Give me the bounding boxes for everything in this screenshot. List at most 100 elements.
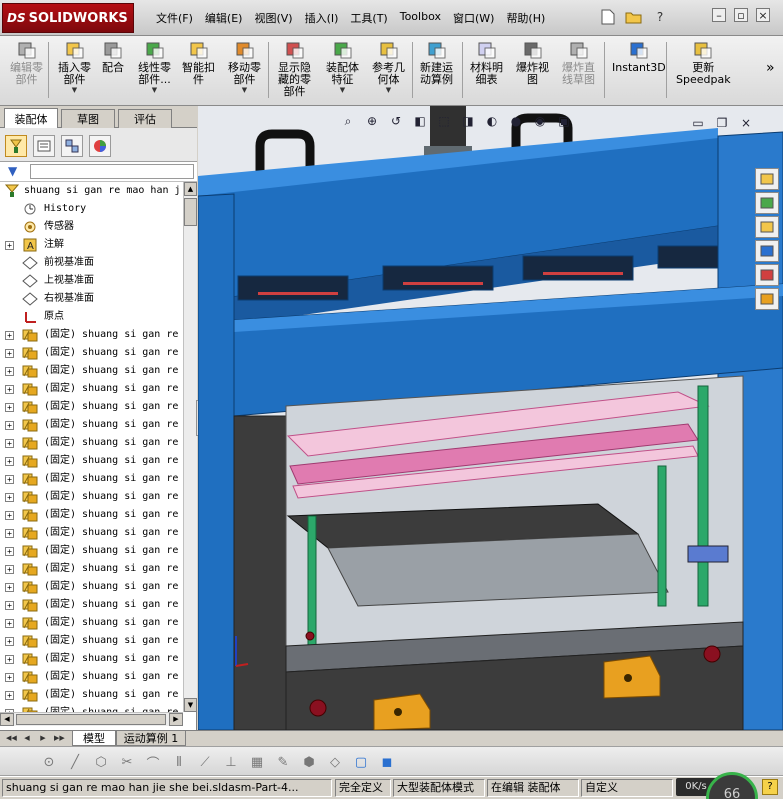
configuration-manager-icon[interactable] (61, 135, 83, 157)
point-icon[interactable]: ⊙ (40, 753, 58, 771)
tree-item[interactable]: 上视基准面 (0, 272, 183, 290)
view-palette-icon[interactable] (755, 240, 779, 262)
scroll-down-icon[interactable]: ▼ (184, 698, 197, 712)
cube-icon[interactable]: ◼ (378, 753, 396, 771)
tree-component[interactable]: +(固定) shuang si gan re (0, 506, 183, 524)
home-icon[interactable] (755, 168, 779, 190)
design-library-icon[interactable] (755, 192, 779, 214)
menu-help[interactable]: 帮助(H) (500, 10, 551, 26)
menu-view[interactable]: 视图(V) (248, 10, 298, 26)
tree-component[interactable]: +(固定) shuang si gan re (0, 704, 183, 712)
edit-appearance-icon[interactable]: ● (506, 112, 526, 130)
relation-icon[interactable]: ⊥ (222, 753, 240, 771)
part-icon[interactable]: ⬢ (300, 753, 318, 771)
tab-model[interactable]: 模型 (72, 731, 116, 746)
tree-root[interactable]: shuang si gan re mao han j (0, 182, 183, 200)
last-tab-icon[interactable]: ▶▶ (54, 733, 65, 744)
expand-icon[interactable]: + (5, 583, 14, 592)
dropdown-arrow-icon[interactable]: ▼ (340, 86, 345, 94)
polygon-icon[interactable]: ⬡ (92, 753, 110, 771)
mirror-icon[interactable]: ⫴ (170, 753, 188, 771)
scroll-thumb-horizontal[interactable] (16, 714, 166, 725)
previous-view-icon[interactable]: ↺ (386, 112, 406, 130)
linear-pattern-button[interactable]: 线性零 部件... ▼ (138, 39, 171, 103)
tree-component[interactable]: +(固定) shuang si gan re (0, 470, 183, 488)
close-icon[interactable]: × (756, 8, 770, 22)
prev-tab-icon[interactable]: ◀ (22, 733, 32, 744)
tree-component[interactable]: +(固定) shuang si gan re (0, 650, 183, 668)
tab-assembly[interactable]: 装配体 (4, 108, 58, 129)
status-help-icon[interactable]: ? (762, 779, 778, 795)
assembly-features-button[interactable]: 装配体 特征 ▼ (326, 39, 359, 103)
expand-icon[interactable]: + (5, 349, 14, 358)
new-motion-study-button[interactable]: 新建运 动算例 (420, 39, 453, 103)
zoom-area-icon[interactable]: ⊕ (362, 112, 382, 130)
line-icon[interactable]: ╱ (66, 753, 84, 771)
restore-icon[interactable]: ▫ (734, 8, 748, 22)
tree-component[interactable]: +(固定) shuang si gan re (0, 380, 183, 398)
expand-icon[interactable]: + (5, 421, 14, 430)
smart-fasteners-button[interactable]: 智能扣 件 (182, 39, 215, 103)
tree-component[interactable]: +(固定) shuang si gan re (0, 668, 183, 686)
view-orientation-icon[interactable]: ⬚ (434, 112, 454, 130)
tree-component[interactable]: +(固定) shuang si gan re (0, 524, 183, 542)
scroll-thumb[interactable] (184, 198, 197, 226)
tree-component[interactable]: +(固定) shuang si gan re (0, 560, 183, 578)
dropdown-arrow-icon[interactable]: ▼ (386, 86, 391, 94)
tree-item[interactable]: + A 注解 (0, 236, 183, 254)
minimize-icon[interactable]: – (712, 8, 726, 22)
tree-vertical-scrollbar[interactable]: ▲ ▼ (183, 182, 197, 712)
ribbon-more-icon[interactable]: » (766, 60, 775, 76)
expand-icon[interactable]: + (5, 367, 14, 376)
viewport-restore-icon[interactable]: ❐ (712, 114, 732, 132)
tree-component[interactable]: +(固定) shuang si gan re (0, 488, 183, 506)
zoom-fit-icon[interactable]: ⌕ (338, 112, 358, 130)
expand-icon[interactable]: + (5, 403, 14, 412)
expand-icon[interactable]: + (5, 385, 14, 394)
file-explorer-icon[interactable] (755, 216, 779, 238)
expand-icon[interactable]: + (5, 565, 14, 574)
box-icon[interactable]: ▢ (352, 753, 370, 771)
scroll-left-icon[interactable]: ◀ (0, 713, 14, 726)
explode-line-sketch-button[interactable]: 爆炸直 线草图 (562, 39, 595, 103)
tree-component[interactable]: +(固定) shuang si gan re (0, 326, 183, 344)
tree-component[interactable]: +(固定) shuang si gan re (0, 362, 183, 380)
help-icon[interactable]: ? (649, 7, 671, 27)
offset-icon[interactable]: ⌒ (144, 753, 162, 772)
speedpak-button[interactable]: 更新 Speedpak (676, 39, 731, 103)
filter-input[interactable] (30, 164, 194, 179)
expand-icon[interactable]: + (5, 619, 14, 628)
menu-tools[interactable]: 工具(T) (344, 10, 393, 26)
reference-icon[interactable]: ◇ (326, 753, 344, 771)
grid-icon[interactable]: ▦ (248, 753, 266, 771)
bill-of-materials-button[interactable]: 材料明 细表 (470, 39, 503, 103)
expand-icon[interactable]: + (5, 673, 14, 682)
display-style-icon[interactable]: ◨ (458, 112, 478, 130)
display-manager-icon[interactable] (89, 135, 111, 157)
view-settings-icon[interactable]: ▣ (554, 112, 574, 130)
tree-component[interactable]: +(固定) shuang si gan re (0, 614, 183, 632)
tree-component[interactable]: +(固定) shuang si gan re (0, 398, 183, 416)
tree-item[interactable]: 原点 (0, 308, 183, 326)
tree-component[interactable]: +(固定) shuang si gan re (0, 452, 183, 470)
expand-icon[interactable]: + (5, 547, 14, 556)
tree-horizontal-scrollbar[interactable]: ◀ ▶ (0, 712, 183, 726)
menu-edit[interactable]: 编辑(E) (199, 10, 249, 26)
expand-icon[interactable]: + (5, 691, 14, 700)
filter-icon[interactable]: ▼ (8, 164, 17, 178)
property-manager-icon[interactable] (33, 135, 55, 157)
tree-component[interactable]: +(固定) shuang si gan re (0, 596, 183, 614)
reference-geometry-button[interactable]: 参考几 何体 ▼ (372, 39, 405, 103)
open-icon[interactable] (623, 7, 645, 27)
exploded-view-button[interactable]: 爆炸视 图 (516, 39, 549, 103)
expand-icon[interactable]: + (5, 241, 14, 250)
feature-manager-icon[interactable] (5, 135, 27, 157)
appearances-icon[interactable] (755, 264, 779, 286)
menu-window[interactable]: 窗口(W) (447, 10, 500, 26)
dropdown-arrow-icon[interactable]: ▼ (72, 86, 77, 94)
tree-component[interactable]: +(固定) shuang si gan re (0, 686, 183, 704)
tree-component[interactable]: +(固定) shuang si gan re (0, 344, 183, 362)
expand-icon[interactable]: + (5, 511, 14, 520)
expand-icon[interactable]: + (5, 493, 14, 502)
status-units[interactable]: 自定义 (581, 779, 673, 797)
